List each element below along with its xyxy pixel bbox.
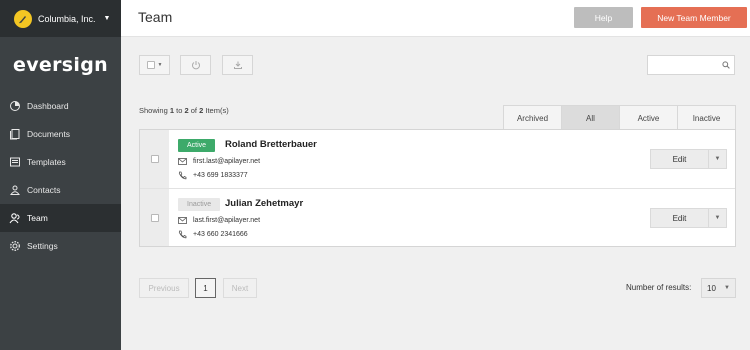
help-button[interactable]: Help [574, 7, 633, 28]
search-box [647, 55, 735, 76]
pie-chart-icon [8, 100, 21, 113]
org-switcher[interactable]: Columbia, Inc. ▼ [0, 0, 121, 37]
chevron-down-icon: ▼ [724, 285, 730, 291]
search-icon[interactable] [722, 61, 730, 69]
envelope-icon [178, 158, 187, 165]
member-phone: +43 660 2341666 [178, 230, 248, 239]
sidebar-item-settings[interactable]: Settings [0, 232, 121, 260]
row-select-cell [140, 130, 169, 188]
status-badge: Inactive [178, 198, 221, 211]
select-all-checkbox[interactable] [146, 61, 155, 69]
table-row: Inactive Julian Zehetmayr last.first@api… [140, 188, 735, 246]
sidebar-item-label: Documents [27, 129, 70, 139]
team-icon [8, 212, 21, 225]
status-filter-tabs: Archived All Active Inactive [503, 105, 736, 130]
templates-icon [8, 156, 21, 169]
phone-icon [178, 171, 187, 180]
edit-button[interactable]: Edit [651, 209, 709, 227]
chevron-down-icon: ▼ [103, 15, 111, 22]
tab-archived[interactable]: Archived [504, 106, 562, 130]
page-title: Team [138, 9, 173, 25]
sidebar-item-dashboard[interactable]: Dashboard [0, 92, 121, 120]
select-all-dropdown[interactable]: ▼ [139, 55, 170, 75]
results-per-page-label: Number of results: [626, 283, 692, 292]
status-badge: Active [178, 139, 216, 152]
results-per-page-select[interactable]: 10 ▼ [701, 278, 736, 298]
page-number-current[interactable]: 1 [195, 278, 216, 298]
new-team-member-button[interactable]: New Team Member [641, 7, 747, 28]
chevron-down-icon[interactable]: ▼ [709, 150, 726, 168]
tab-all[interactable]: All [562, 106, 620, 130]
row-checkbox[interactable] [150, 155, 159, 163]
edit-button-group: Edit ▼ [650, 149, 727, 169]
feather-icon [14, 9, 32, 28]
member-name: Julian Zehetmayr [225, 198, 304, 209]
download-icon [233, 61, 242, 69]
member-name: Roland Bretterbauer [225, 139, 317, 150]
phone-icon [178, 230, 187, 239]
sidebar-item-label: Dashboard [27, 101, 69, 111]
power-icon [191, 61, 200, 70]
next-page-button[interactable]: Next [223, 278, 257, 298]
envelope-icon [178, 217, 187, 224]
member-email: last.first@apilayer.net [178, 217, 260, 224]
edit-button-group: Edit ▼ [650, 208, 727, 228]
contacts-icon [8, 184, 21, 197]
sidebar-item-team[interactable]: Team [0, 204, 121, 232]
sidebar-item-contacts[interactable]: Contacts [0, 176, 121, 204]
tab-inactive[interactable]: Inactive [678, 106, 735, 130]
results-count: Showing 1 to 2 of 2 Item(s) [139, 106, 229, 115]
row-select-cell [140, 189, 169, 246]
sidebar-item-label: Templates [27, 157, 66, 167]
gear-icon [8, 240, 21, 253]
sidebar-item-label: Team [27, 213, 48, 223]
previous-page-button[interactable]: Previous [139, 278, 189, 298]
sidebar-item-templates[interactable]: Templates [0, 148, 121, 176]
chevron-down-icon: ▼ [157, 62, 163, 68]
edit-button[interactable]: Edit [651, 150, 709, 168]
table-row: Active Roland Bretterbauer first.last@ap… [140, 130, 735, 188]
chevron-down-icon[interactable]: ▼ [709, 209, 726, 227]
archive-button[interactable] [222, 55, 253, 75]
documents-icon [8, 128, 21, 141]
sidebar-item-documents[interactable]: Documents [0, 120, 121, 148]
member-email: first.last@apilayer.net [178, 158, 260, 165]
tab-active[interactable]: Active [620, 106, 678, 130]
sidebar: Columbia, Inc. ▼ eversign Dashboard Docu… [0, 0, 121, 350]
search-input[interactable] [648, 57, 718, 76]
brand-logo[interactable]: eversign [0, 37, 121, 92]
member-phone: +43 699 1833377 [178, 171, 248, 180]
org-name: Columbia, Inc. [38, 13, 96, 24]
row-checkbox[interactable] [150, 213, 159, 222]
sidebar-item-label: Contacts [27, 185, 61, 195]
team-table: Active Roland Bretterbauer first.last@ap… [139, 129, 736, 247]
page-header: Team Help New Team Member [121, 0, 750, 37]
sidebar-item-label: Settings [27, 241, 58, 251]
deactivate-button[interactable] [180, 55, 211, 75]
